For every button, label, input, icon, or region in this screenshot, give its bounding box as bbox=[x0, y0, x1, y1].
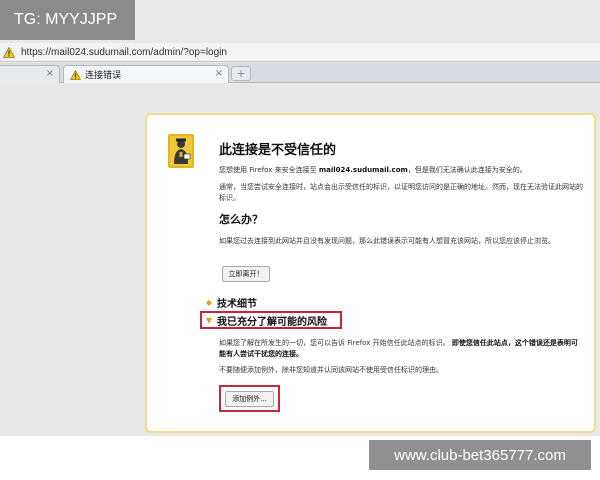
warning-icon bbox=[3, 46, 15, 58]
untrusted-connection-panel: ​ 此连接是不受信任的 您想使用 Firefox 来安全连接至 mail024.… bbox=[145, 113, 596, 433]
section-label: 技术细节 bbox=[217, 299, 257, 310]
security-officer-icon bbox=[168, 134, 194, 168]
new-tab-button[interactable]: + bbox=[231, 66, 251, 81]
tab-connection-error[interactable]: 连接错误 × bbox=[63, 65, 229, 83]
highlight-box bbox=[200, 311, 342, 329]
browser-window: https://mail024.sudumail.com/admin/?op=l… bbox=[0, 0, 600, 436]
risk-text: 如果您了解在所发生的一切，您可以告诉 Firefox 开始信任此站点的标识。 即… bbox=[219, 339, 578, 358]
address-url[interactable]: https://mail024.sudumail.com/admin/?op=l… bbox=[21, 47, 227, 58]
address-bar[interactable]: https://mail024.sudumail.com/admin/?op=l… bbox=[0, 43, 600, 62]
risk-text-2: 不要随便添加例外，除非您知道并认同该网站不使用受信任标识的理由。 bbox=[219, 366, 443, 374]
intro-text: 您想使用 Firefox 来安全连接至 mail024.sudumail.com… bbox=[219, 166, 527, 174]
what-to-do-text: 如果您过去连接到此网站并且没有发现问题，那么此错误表示可能有人想冒充该网站，所以… bbox=[219, 237, 555, 245]
highlight-box bbox=[219, 385, 280, 412]
warning-icon bbox=[70, 69, 81, 80]
page-title: 此连接是不受信任的 bbox=[219, 143, 337, 158]
what-to-do-heading: 怎么办？ bbox=[219, 213, 263, 226]
collapsed-bullet-icon: ◆ bbox=[205, 298, 213, 307]
get-me-out-button[interactable]: 立即离开！ bbox=[222, 266, 270, 282]
site-watermark: www.club-bet365777.com bbox=[369, 440, 591, 470]
tab-previous[interactable]: × bbox=[0, 65, 60, 83]
technical-details-toggle[interactable]: ◆ 技术细节 bbox=[205, 295, 257, 310]
domain-name: mail024.sudumail.com bbox=[318, 166, 408, 174]
explanation-text: 通常，当您尝试安全连接时，站点会出示受信任的标识，以证明您访问的是正确的地址。然… bbox=[219, 183, 583, 202]
tab-label: 连接错误 bbox=[85, 71, 122, 81]
close-icon[interactable]: × bbox=[215, 68, 223, 79]
tab-strip: × 连接错误 × + bbox=[0, 63, 600, 83]
close-icon[interactable]: × bbox=[46, 68, 54, 79]
tg-watermark: TG: MYYJJPP bbox=[0, 0, 135, 40]
